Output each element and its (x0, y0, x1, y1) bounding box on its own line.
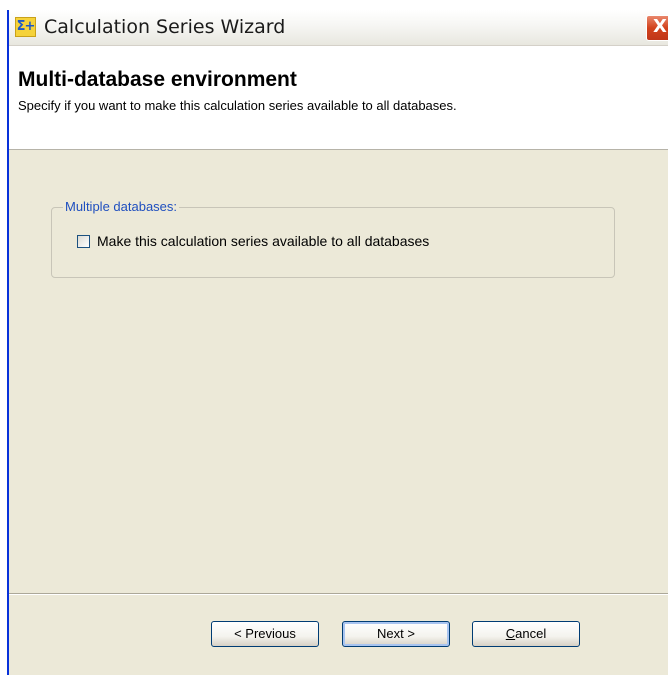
sigma-plus-icon: Σ+ (15, 17, 36, 37)
group-legend: Multiple databases: (63, 199, 180, 214)
wizard-window: Σ+ Calculation Series Wizard X Multi-dat… (7, 10, 668, 675)
page-subtitle: Specify if you want to make this calcula… (18, 98, 457, 113)
cancel-accelerator: C (505, 626, 516, 641)
wizard-header: Multi-database environment Specify if yo… (9, 46, 668, 150)
previous-button[interactable]: < Previous (211, 621, 319, 647)
title-bar[interactable]: Σ+ Calculation Series Wizard X (9, 10, 668, 46)
cancel-button[interactable]: Cancel (472, 621, 580, 647)
window-title: Calculation Series Wizard (44, 16, 286, 38)
close-button[interactable]: X (646, 15, 668, 41)
page-title: Multi-database environment (18, 68, 297, 91)
cancel-label: ancel (515, 626, 547, 641)
all-databases-checkbox-label[interactable]: Make this calculation series available t… (97, 233, 429, 249)
all-databases-checkbox[interactable] (77, 235, 90, 248)
next-button[interactable]: Next > (342, 621, 450, 647)
footer-divider-highlight (9, 594, 668, 595)
